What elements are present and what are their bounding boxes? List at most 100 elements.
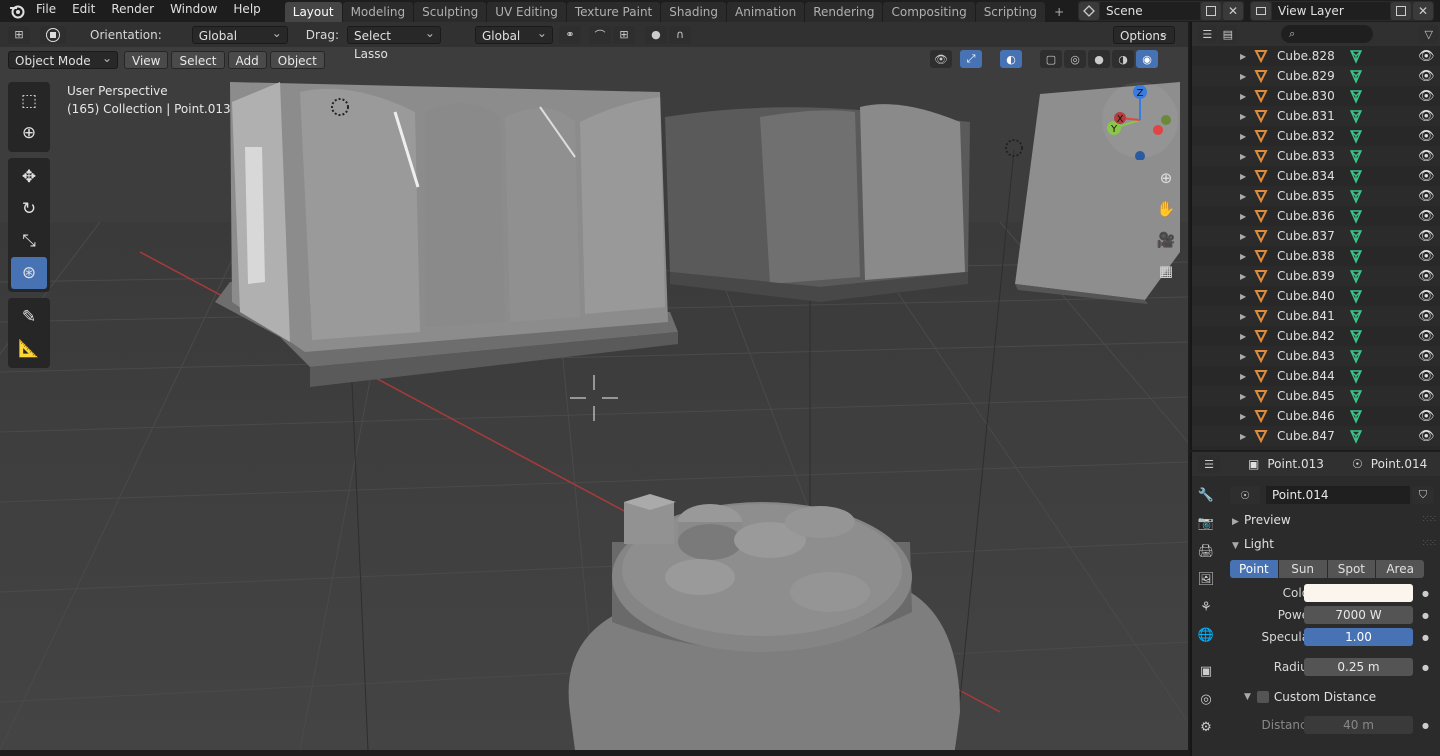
fake-user-shield-icon[interactable]: ⛉	[1412, 486, 1434, 504]
menu-window[interactable]: Window	[162, 0, 225, 22]
delete-view-layer-icon[interactable]: ✕	[1413, 2, 1433, 20]
light-browse-icon[interactable]: ☉	[1230, 486, 1260, 504]
expand-arrow-icon[interactable]: ▶	[1240, 172, 1246, 181]
outliner-item-name[interactable]: Cube.847	[1277, 429, 1335, 443]
outliner-item-name[interactable]: Cube.839	[1277, 269, 1335, 283]
visibility-eye-icon[interactable]: 👁	[1418, 149, 1435, 164]
outliner-item-name[interactable]: Cube.831	[1277, 109, 1335, 123]
outliner-item[interactable]: ▶ Cube.842 👁	[1192, 326, 1440, 346]
falloff-icon[interactable]: ∩	[668, 25, 691, 44]
constraints-tab-icon[interactable]: ⚙	[1192, 714, 1220, 740]
visibility-eye-icon[interactable]: 👁	[1418, 169, 1435, 184]
world-tab-icon[interactable]: 🌐	[1192, 622, 1220, 648]
expand-arrow-icon[interactable]: ▶	[1240, 412, 1246, 421]
outliner-item-name[interactable]: Cube.836	[1277, 209, 1335, 223]
output-tab-icon[interactable]: 🖨	[1192, 538, 1220, 564]
mesh-data-icon[interactable]	[1348, 228, 1364, 244]
tab-animation[interactable]: Animation	[727, 2, 805, 22]
outliner-item-name[interactable]: Cube.845	[1277, 389, 1335, 403]
tab-sculpting[interactable]: Sculpting	[414, 2, 487, 22]
visibility-eye-icon[interactable]: 👁	[1418, 349, 1435, 364]
expand-arrow-icon[interactable]: ▶	[1240, 272, 1246, 281]
mesh-data-icon[interactable]	[1348, 428, 1364, 444]
visibility-eye-icon[interactable]: 👁	[1418, 49, 1435, 64]
outliner-item[interactable]: ▶ Cube.847 👁	[1192, 426, 1440, 446]
select-box-icon[interactable]: ⬚	[11, 85, 47, 117]
options-dropdown[interactable]: Options	[1112, 24, 1175, 44]
expand-arrow-icon[interactable]: ▶	[1240, 432, 1246, 441]
expand-arrow-icon[interactable]: ▶	[1240, 352, 1246, 361]
outliner-item-name[interactable]: Cube.843	[1277, 349, 1335, 363]
distance-field[interactable]: 40 m	[1304, 716, 1413, 734]
menu-help[interactable]: Help	[225, 0, 268, 22]
visibility-eye-icon[interactable]: 👁	[1418, 329, 1435, 344]
scale-tool-icon[interactable]: ⤡	[11, 225, 47, 257]
mesh-data-icon[interactable]	[1348, 88, 1364, 104]
visibility-eye-icon[interactable]: 👁	[1418, 109, 1435, 124]
expand-arrow-icon[interactable]: ▶	[1240, 252, 1246, 261]
drag-grip-icon[interactable]: ⁙⁙	[1421, 532, 1437, 556]
custom-distance-header[interactable]: ▼ Custom Distance	[1224, 686, 1440, 708]
expand-arrow-icon[interactable]: ▶	[1240, 312, 1246, 321]
outliner-item-name[interactable]: Cube.844	[1277, 369, 1335, 383]
expand-arrow-icon[interactable]: ▶	[1240, 212, 1246, 221]
outliner-item[interactable]: ▶ Cube.832 👁	[1192, 126, 1440, 146]
rendered-shading-icon[interactable]: ◉	[1136, 50, 1158, 68]
mesh-data-icon[interactable]	[1348, 268, 1364, 284]
gizmo-toggle-icon[interactable]: ⤢	[960, 50, 982, 68]
object-menu[interactable]: Object	[269, 51, 325, 69]
transform-tool-icon[interactable]: ⊛	[11, 257, 47, 289]
new-scene-icon[interactable]	[1201, 2, 1221, 20]
light-type-spot[interactable]: Spot	[1327, 560, 1376, 578]
mesh-data-icon[interactable]	[1348, 368, 1364, 384]
outliner-item[interactable]: ▶ Cube.843 👁	[1192, 346, 1440, 366]
mesh-data-icon[interactable]	[1348, 188, 1364, 204]
outliner-item[interactable]: ▶ Cube.835 👁	[1192, 186, 1440, 206]
pivot-point-icon[interactable]: ⚭	[558, 25, 581, 44]
outliner-search-input[interactable]: ⌕	[1281, 25, 1374, 43]
preview-panel-header[interactable]: ▶ Preview ⁙⁙	[1224, 508, 1440, 532]
display-mode-icon[interactable]: ▤	[1218, 25, 1238, 43]
mesh-data-icon[interactable]	[1348, 308, 1364, 324]
new-view-layer-icon[interactable]	[1391, 2, 1411, 20]
outliner-item-name[interactable]: Cube.841	[1277, 309, 1335, 323]
add-workspace-button[interactable]: +	[1046, 2, 1066, 22]
snap-icon[interactable]: ⌒	[588, 25, 611, 44]
mesh-data-icon[interactable]	[1348, 68, 1364, 84]
outliner-item[interactable]: ▶ Cube.833 👁	[1192, 146, 1440, 166]
specular-slider[interactable]: 1.00	[1304, 628, 1413, 646]
properties-editor-type-icon[interactable]: ☰	[1198, 455, 1220, 473]
mesh-data-icon[interactable]	[1348, 328, 1364, 344]
tab-compositing[interactable]: Compositing	[883, 2, 975, 22]
filter-icon[interactable]: ▽	[1419, 25, 1438, 43]
zoom-icon[interactable]: ⊕	[1153, 165, 1179, 191]
outliner-item-name[interactable]: Cube.838	[1277, 249, 1335, 263]
visibility-eye-icon[interactable]: 👁	[1418, 269, 1435, 284]
keyframe-dot-icon[interactable]: ●	[1422, 721, 1429, 730]
outliner-item[interactable]: ▶ Cube.836 👁	[1192, 206, 1440, 226]
measure-tool-icon[interactable]: 📐	[11, 333, 47, 365]
mesh-data-icon[interactable]	[1348, 48, 1364, 64]
menu-edit[interactable]: Edit	[64, 0, 103, 22]
view-layer-icon[interactable]	[1251, 2, 1271, 20]
outliner-item[interactable]: ▶ Cube.846 👁	[1192, 406, 1440, 426]
mesh-data-icon[interactable]	[1348, 288, 1364, 304]
mesh-data-icon[interactable]	[1348, 128, 1364, 144]
drag-grip-icon[interactable]: ⁙⁙	[1421, 508, 1437, 532]
scene-name-field[interactable]: Scene	[1100, 2, 1200, 20]
visibility-eye-icon[interactable]: 👁	[1418, 429, 1435, 444]
mesh-data-icon[interactable]	[1348, 148, 1364, 164]
scene-tab-icon[interactable]: ⚘	[1192, 594, 1220, 620]
expand-arrow-icon[interactable]: ▶	[1240, 292, 1246, 301]
outliner-item-name[interactable]: Cube.833	[1277, 149, 1335, 163]
visibility-eye-icon[interactable]: 👁	[1418, 129, 1435, 144]
expand-arrow-icon[interactable]: ▶	[1240, 132, 1246, 141]
tab-uv-editing[interactable]: UV Editing	[487, 2, 566, 22]
expand-arrow-icon[interactable]: ▶	[1240, 232, 1246, 241]
editor-type-icon[interactable]: ⊞	[8, 25, 30, 44]
physics-tab-icon[interactable]: ◎	[1192, 686, 1220, 712]
tool-tab-icon[interactable]: 🔧	[1192, 482, 1220, 508]
outliner-item-name[interactable]: Cube.830	[1277, 89, 1335, 103]
rotate-tool-icon[interactable]: ↻	[11, 193, 47, 225]
tab-texture-paint[interactable]: Texture Paint	[566, 2, 661, 22]
